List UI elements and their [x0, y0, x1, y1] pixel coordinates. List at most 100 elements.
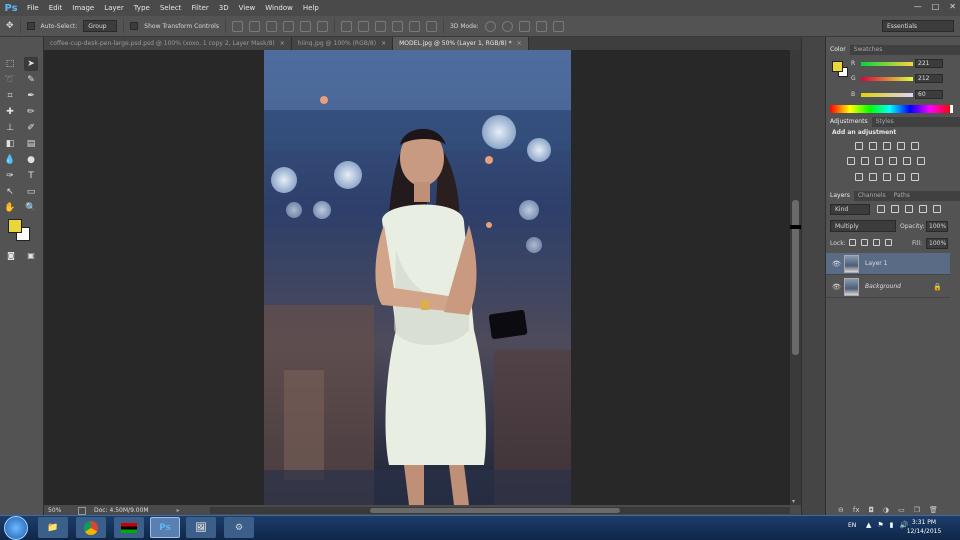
blur-tool-icon[interactable]: 💧 — [3, 153, 17, 167]
align-center-icon[interactable] — [299, 20, 311, 32]
lock-image-icon[interactable] — [861, 239, 868, 246]
distribute-icon[interactable] — [374, 20, 386, 32]
g-value-input[interactable]: 212 — [915, 74, 943, 83]
tray-up-icon[interactable]: ▲ — [866, 521, 871, 529]
new-layer-icon[interactable]: ❐ — [914, 506, 920, 514]
minimize-icon[interactable]: — — [914, 2, 922, 11]
app-icon[interactable] — [114, 517, 144, 538]
history-brush-tool-icon[interactable]: ✐ — [24, 121, 38, 135]
selective-color-icon[interactable] — [911, 173, 919, 181]
distribute-icon[interactable] — [425, 20, 437, 32]
status-icon[interactable] — [78, 506, 86, 515]
maximize-icon[interactable]: □ — [932, 2, 940, 11]
distribute-icon[interactable] — [340, 20, 352, 32]
move-tool-icon[interactable]: ✥ — [6, 21, 14, 31]
fill-input[interactable]: 100% — [926, 238, 948, 249]
posterize-icon[interactable] — [869, 173, 877, 181]
color-lookup-icon[interactable] — [917, 157, 925, 165]
threshold-icon[interactable] — [883, 173, 891, 181]
invert-icon[interactable] — [855, 173, 863, 181]
filter-pixel-icon[interactable] — [877, 205, 885, 213]
menu-select[interactable]: Select — [155, 4, 187, 12]
tab-model[interactable]: MODEL.jpg @ 50% (Layer 1, RGB/8) * × — [393, 37, 529, 50]
exposure-icon[interactable] — [897, 142, 905, 150]
vibrance-icon[interactable] — [911, 142, 919, 150]
lock-transparent-icon[interactable] — [849, 239, 856, 246]
new-group-icon[interactable]: ▭ — [898, 506, 905, 514]
filter-shape-icon[interactable] — [919, 205, 927, 213]
distribute-icon[interactable] — [408, 20, 420, 32]
link-layers-icon[interactable]: ⊖ — [838, 506, 844, 514]
align-right-icon[interactable] — [316, 20, 328, 32]
color-fg-swatch-top[interactable] — [832, 61, 843, 72]
tab-adjustments[interactable]: Adjustments — [826, 117, 872, 127]
layer-row-background[interactable]: 👁 Background 🔒 — [826, 276, 950, 298]
curves-icon[interactable] — [883, 142, 891, 150]
menu-file[interactable]: File — [22, 4, 44, 12]
brush-tool-icon[interactable]: ✏ — [24, 105, 38, 119]
add-mask-icon[interactable]: ◘ — [868, 506, 874, 514]
3d-rotate-icon[interactable] — [484, 20, 496, 32]
layer-row-layer-1[interactable]: 👁 Layer 1 — [826, 253, 950, 275]
r-value-input[interactable]: 221 — [915, 59, 943, 68]
levels-icon[interactable] — [869, 142, 877, 150]
gradient-map-icon[interactable] — [897, 173, 905, 181]
lock-all-icon[interactable] — [885, 239, 892, 246]
layer-filter-dropdown[interactable]: Kind — [830, 204, 870, 215]
hue-saturation-icon[interactable] — [847, 157, 855, 165]
close-icon[interactable]: ✕ — [949, 2, 956, 11]
screen-mode-icon[interactable]: ▣ — [24, 248, 38, 262]
auto-select-dropdown[interactable]: Group — [83, 20, 118, 32]
tab-layers[interactable]: Layers — [826, 191, 854, 201]
quick-mask-icon[interactable]: ◙ — [4, 248, 18, 262]
crop-tool-icon[interactable]: ⌗ — [3, 89, 17, 103]
language-indicator[interactable]: EN — [848, 522, 856, 529]
blend-mode-dropdown[interactable]: Multiply — [830, 220, 896, 232]
tab-swatches[interactable]: Swatches — [850, 45, 887, 55]
tab-paths[interactable]: Paths — [890, 191, 914, 201]
b-value-input[interactable]: 60 — [915, 90, 943, 99]
healing-brush-tool-icon[interactable]: ✚ — [3, 105, 17, 119]
photoshop-taskbar-icon[interactable]: Ps — [150, 517, 180, 538]
3d-scale-icon[interactable] — [552, 20, 564, 32]
align-middle-icon[interactable] — [248, 20, 260, 32]
foreground-color-swatch-top[interactable] — [8, 219, 22, 233]
close-tab-icon[interactable]: × — [280, 40, 285, 47]
tab-coffee-cup[interactable]: coffee-cup-desk-pen-large.psd.psd @ 100%… — [44, 37, 292, 50]
chrome-icon[interactable] — [76, 517, 106, 538]
workspace-dropdown[interactable]: Essentials — [882, 20, 954, 32]
menu-view[interactable]: View — [234, 4, 261, 12]
menu-3d[interactable]: 3D — [214, 4, 234, 12]
color-spectrum-bar[interactable] — [830, 105, 950, 113]
tab-color[interactable]: Color — [826, 45, 850, 55]
auto-select-checkbox[interactable] — [26, 22, 35, 30]
menu-image[interactable]: Image — [67, 4, 99, 12]
menu-type[interactable]: Type — [129, 4, 155, 12]
tool-app-icon[interactable]: ⚙ — [224, 517, 254, 538]
tab-styles[interactable]: Styles — [872, 117, 898, 127]
black-white-icon[interactable] — [875, 157, 883, 165]
eraser-tool-icon[interactable]: ◧ — [3, 137, 17, 151]
show-transform-checkbox[interactable] — [130, 22, 139, 30]
document-photo[interactable] — [264, 50, 571, 505]
b-slider-track[interactable] — [861, 93, 913, 97]
menu-window[interactable]: Window — [260, 4, 298, 12]
tab-channels[interactable]: Channels — [854, 191, 890, 201]
eye-icon[interactable]: 👁 — [832, 260, 841, 268]
filter-smart-icon[interactable] — [933, 205, 941, 213]
close-tab-icon[interactable]: × — [381, 40, 386, 47]
menu-filter[interactable]: Filter — [186, 4, 213, 12]
lasso-tool-icon[interactable]: ➰ — [3, 73, 17, 87]
color-balance-icon[interactable] — [861, 157, 869, 165]
taskbar-clock[interactable]: 3:31 PM 12/14/2015 — [890, 518, 958, 536]
channel-mixer-icon[interactable] — [903, 157, 911, 165]
brightness-contrast-icon[interactable] — [855, 142, 863, 150]
filter-type-icon[interactable] — [905, 205, 913, 213]
close-tab-icon[interactable]: × — [517, 40, 522, 47]
delete-layer-icon[interactable]: 🗑 — [929, 506, 938, 514]
fx-icon[interactable]: fx — [853, 506, 860, 514]
align-left-icon[interactable] — [282, 20, 294, 32]
distribute-icon[interactable] — [391, 20, 403, 32]
distribute-icon[interactable] — [357, 20, 369, 32]
lock-position-icon[interactable] — [873, 239, 880, 246]
